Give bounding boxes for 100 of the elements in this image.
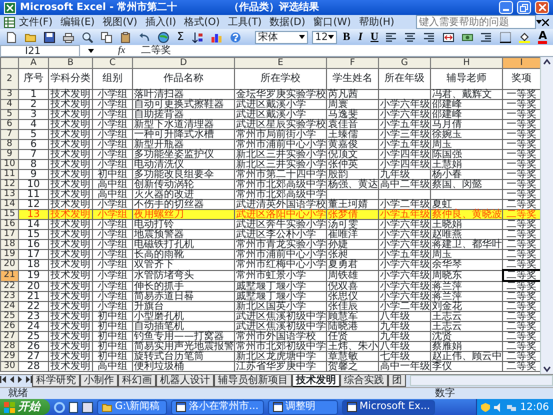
horizontal-scrollbar[interactable] bbox=[410, 375, 553, 386]
taskbar-item[interactable]: Microsoft Ex... bbox=[342, 400, 436, 414]
row-header[interactable]: 18 bbox=[0, 240, 18, 250]
row-header[interactable]: 17 bbox=[0, 230, 18, 240]
sheet-tab[interactable]: 团 bbox=[388, 375, 406, 387]
scroll-up-icon[interactable] bbox=[541, 57, 553, 67]
sheet-tab[interactable]: 小制作 bbox=[80, 375, 118, 387]
first-sheet-icon[interactable] bbox=[0, 375, 8, 384]
column-header[interactable]: C bbox=[92, 58, 132, 68]
sheet-tab[interactable]: 机器人设计 bbox=[156, 375, 214, 387]
scroll-down-icon[interactable] bbox=[541, 364, 553, 374]
row-header[interactable]: 21 bbox=[0, 270, 18, 281]
row-header[interactable]: 9 bbox=[0, 150, 18, 160]
align-right-icon[interactable] bbox=[424, 32, 436, 42]
column-header[interactable]: E bbox=[234, 58, 326, 68]
insert-function-button[interactable]: fx bbox=[118, 45, 126, 56]
menu-item[interactable]: 窗口(W) bbox=[309, 16, 355, 28]
row-header[interactable]: 27 bbox=[0, 332, 18, 342]
row-header[interactable]: 14 bbox=[0, 200, 18, 210]
align-center-icon[interactable] bbox=[405, 32, 416, 42]
folder-icon[interactable] bbox=[25, 32, 36, 42]
menu-item[interactable]: 插入(I) bbox=[141, 16, 180, 28]
row-header[interactable]: 24 bbox=[0, 302, 18, 312]
fill-color-icon[interactable] bbox=[519, 32, 530, 42]
column-header[interactable]: G bbox=[378, 58, 430, 68]
sheet-tab[interactable]: 技术发明 bbox=[292, 375, 340, 388]
row-header[interactable]: 15 bbox=[0, 210, 18, 220]
row-header[interactable]: 10 bbox=[0, 160, 18, 170]
chart-icon[interactable] bbox=[210, 32, 222, 42]
sheet-tab[interactable]: 科学研究 bbox=[32, 375, 80, 387]
next-sheet-icon[interactable] bbox=[16, 375, 24, 384]
row-header[interactable]: 30 bbox=[0, 362, 18, 372]
row-header[interactable]: 16 bbox=[0, 220, 18, 230]
select-all-corner[interactable] bbox=[0, 58, 18, 68]
copy-icon[interactable] bbox=[101, 32, 112, 42]
clipboard-icon[interactable] bbox=[120, 32, 131, 42]
column-header[interactable]: F bbox=[326, 58, 378, 68]
underline-button[interactable]: U bbox=[368, 30, 380, 44]
taskbar-item[interactable]: 调整明 bbox=[268, 400, 338, 414]
restore-button[interactable] bbox=[517, 1, 531, 14]
caret-icon[interactable] bbox=[88, 48, 94, 52]
font-select[interactable]: 宋体 bbox=[254, 30, 308, 44]
menu-item[interactable]: 格式(O) bbox=[180, 16, 224, 28]
merge-cells-icon[interactable] bbox=[443, 32, 454, 42]
vertical-scrollbar[interactable] bbox=[540, 57, 553, 374]
borders-icon[interactable] bbox=[500, 32, 512, 42]
row-header[interactable]: 7 bbox=[0, 130, 18, 140]
sheet-tab[interactable]: 辅导员创新项目 bbox=[214, 375, 292, 387]
window-icon[interactable] bbox=[82, 402, 93, 412]
name-box[interactable]: I21 bbox=[0, 44, 80, 56]
row-header[interactable]: 29 bbox=[0, 352, 18, 362]
sheet-tab[interactable]: 科幻画 bbox=[118, 375, 156, 387]
menu-item[interactable]: 文件(F) bbox=[15, 16, 57, 28]
row-header[interactable]: 4 bbox=[0, 100, 18, 110]
help-icon[interactable] bbox=[230, 32, 241, 42]
row-header[interactable]: 28 bbox=[0, 342, 18, 352]
sheet-tab[interactable]: 综合实践 bbox=[340, 375, 388, 387]
minimize-button[interactable] bbox=[499, 1, 513, 14]
menu-item[interactable]: 帮助(H) bbox=[354, 16, 398, 28]
menu-item[interactable]: 视图(V) bbox=[98, 16, 142, 28]
help-search-field[interactable]: 键入需要帮助的问题 bbox=[416, 15, 536, 29]
row-header[interactable]: 3 bbox=[0, 90, 18, 100]
currency-icon[interactable] bbox=[462, 32, 474, 42]
align-left-icon[interactable] bbox=[386, 32, 398, 42]
printer-icon[interactable] bbox=[63, 32, 74, 42]
indent-icon[interactable] bbox=[481, 32, 492, 42]
menu-item[interactable]: 工具(T) bbox=[224, 16, 266, 28]
menu-item[interactable]: 数据(D) bbox=[266, 16, 310, 28]
row-header[interactable]: 6 bbox=[0, 120, 18, 130]
column-header[interactable]: I bbox=[502, 58, 540, 68]
font-size-select[interactable]: 12 bbox=[312, 30, 337, 44]
row-header[interactable]: 8 bbox=[0, 140, 18, 150]
row-header[interactable]: 23 bbox=[0, 292, 18, 302]
close-button[interactable] bbox=[535, 1, 549, 14]
start-button[interactable]: 开始 bbox=[0, 399, 50, 415]
row-header[interactable]: 5 bbox=[0, 110, 18, 120]
bold-button[interactable]: B bbox=[340, 30, 352, 44]
document-icon[interactable] bbox=[6, 32, 17, 42]
last-sheet-icon[interactable] bbox=[24, 375, 32, 384]
taskbar-item[interactable]: G:\新闻稿 bbox=[97, 400, 167, 414]
column-header[interactable]: A bbox=[18, 58, 48, 68]
italic-button[interactable]: I bbox=[356, 30, 365, 44]
row-header[interactable]: 2 bbox=[0, 68, 18, 90]
sort-icon[interactable] bbox=[192, 32, 203, 42]
column-header[interactable]: B bbox=[48, 58, 92, 68]
row-header[interactable]: 11 bbox=[0, 170, 18, 180]
previous-sheet-icon[interactable] bbox=[8, 375, 16, 384]
row-header[interactable]: 12 bbox=[0, 180, 18, 190]
row-header[interactable]: 25 bbox=[0, 312, 18, 322]
row-header[interactable]: 26 bbox=[0, 322, 18, 332]
magnifier-icon[interactable] bbox=[82, 32, 93, 42]
undo-icon[interactable] bbox=[139, 32, 150, 42]
document-icon[interactable] bbox=[69, 402, 78, 412]
autosum-button[interactable]: Σ bbox=[175, 30, 186, 44]
network-icon[interactable] bbox=[507, 402, 516, 412]
row-header[interactable]: 20 bbox=[0, 260, 18, 270]
taskbar-item[interactable]: 洛小在常州市... bbox=[171, 400, 264, 414]
row-header[interactable]: 22 bbox=[0, 281, 18, 292]
globe-icon[interactable] bbox=[158, 32, 169, 42]
row-header[interactable]: 19 bbox=[0, 250, 18, 260]
